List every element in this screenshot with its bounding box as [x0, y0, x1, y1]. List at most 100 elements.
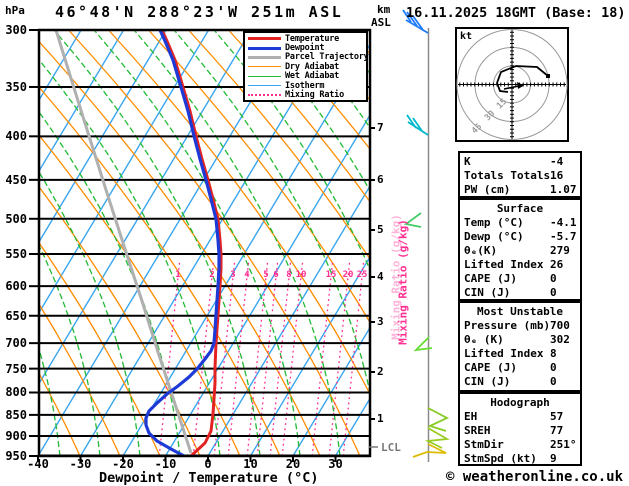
- temp-tick-label: 20: [285, 457, 301, 471]
- stat-row: StmDir 251°: [460, 438, 580, 452]
- mixing-ratio-label: 8: [286, 270, 292, 280]
- mixing-ratio-label: 1: [175, 270, 181, 280]
- km-tick-label: 4: [377, 270, 384, 283]
- km-tick-label: 5: [377, 223, 384, 236]
- stat-label: K: [464, 155, 471, 168]
- legend-line-sample: [248, 55, 281, 59]
- stat-row: Lifted Index 8: [460, 347, 580, 361]
- stat-row: CIN (J) 0: [460, 286, 580, 300]
- km-tick-label: 7: [377, 121, 384, 134]
- pressure-tick-label: 350: [5, 79, 27, 94]
- stat-value: -4: [550, 155, 564, 168]
- mixing-ratio-label: 10: [295, 270, 307, 280]
- stat-row: SREH 77: [460, 424, 580, 438]
- stat-value: 0: [550, 286, 557, 299]
- wind-barb: [427, 407, 450, 432]
- stat-label: Temp (°C): [464, 216, 524, 229]
- stat-label: θₑ(K): [464, 244, 498, 257]
- stat-value: 279: [550, 244, 570, 257]
- pressure-tick-label: 800: [5, 385, 27, 400]
- stat-label: Lifted Index: [464, 347, 544, 360]
- surface-panel-header: Surface: [496, 202, 544, 215]
- indices-panel: K -4 Totals Totals 16 PW (cm) 1.07: [458, 151, 582, 198]
- stat-row: K -4: [460, 155, 580, 169]
- stat-row: CAPE (J) 0: [460, 272, 580, 286]
- stat-label: CIN (J): [464, 375, 511, 388]
- km-tick-label: 2: [377, 365, 384, 378]
- stat-row: EH 57: [460, 410, 580, 424]
- stat-label: θₑ (K): [464, 333, 504, 346]
- legend-line-sample: [248, 37, 281, 41]
- stat-value: 0: [550, 272, 557, 285]
- legend-line-sample: [248, 94, 281, 97]
- altitude-unit-km: km: [377, 3, 391, 16]
- hodograph-unit-label: kt: [460, 31, 473, 42]
- legend-item: Temperature: [245, 34, 366, 44]
- stat-value: 1.07: [550, 183, 577, 196]
- datetime-label: 16.11.2025 18GMT (Base: 18): [406, 5, 626, 21]
- temp-tick-label: -30: [69, 457, 92, 471]
- stat-value: -5.7: [550, 230, 577, 243]
- stat-value: 77: [550, 424, 564, 437]
- skewt-sounding-page: hPa 46°48'N 288°23'W 251m ASL km ASL 16.…: [0, 0, 629, 486]
- pressure-tick-label: 900: [5, 429, 27, 444]
- stat-row: Totals Totals 16: [460, 169, 580, 183]
- pressure-tick-label: 650: [5, 308, 27, 323]
- stat-value: 302: [550, 333, 570, 346]
- stat-label: Lifted Index: [464, 258, 544, 271]
- temp-tick-label: -10: [154, 457, 177, 471]
- stat-value: 0: [550, 375, 557, 388]
- km-tick-label: 1: [377, 412, 384, 425]
- mixing-axis-title: Mixing Ratio (g/kg): [396, 219, 410, 345]
- temp-tick-label: -40: [27, 457, 49, 471]
- stat-label: Totals Totals: [464, 169, 551, 182]
- stat-value: 9: [550, 452, 557, 465]
- stat-row: StmSpd (kt) 9: [460, 452, 580, 466]
- mixing-ratio-label: 25: [356, 270, 368, 280]
- km-tick-label: 3: [377, 315, 384, 328]
- stat-row: Dewp (°C) -5.7: [460, 230, 580, 244]
- stat-label: Pressure (mb): [464, 319, 551, 332]
- lcl-label: LCL: [381, 441, 401, 454]
- legend-line-sample: [248, 75, 281, 77]
- stat-label: PW (cm): [464, 183, 511, 196]
- stat-row: CIN (J) 0: [460, 375, 580, 389]
- hodograph-stats-panel: Hodograph EH 57 SREH 77 StmDir 251° StmSpd (kt…: [458, 392, 582, 466]
- pressure-tick-label: 400: [5, 129, 27, 144]
- temp-tick-label: 10: [243, 457, 258, 471]
- stat-label: CIN (J): [464, 286, 511, 299]
- stat-row: Lifted Index 26: [460, 258, 580, 272]
- stat-row: Temp (°C) -4.1: [460, 216, 580, 230]
- stat-value: -4.1: [550, 216, 577, 229]
- stat-row: CAPE (J) 0: [460, 361, 580, 375]
- mixing-ratio-label: 4: [244, 270, 250, 280]
- legend-item: Wet Adiabat: [245, 71, 366, 81]
- altitude-unit-asl: ASL: [371, 16, 391, 29]
- pressure-unit-label: hPa: [5, 4, 25, 17]
- stat-value: 26: [550, 258, 564, 271]
- pressure-tick-label: 500: [5, 211, 27, 226]
- stat-label: StmDir: [464, 438, 504, 451]
- km-tick-label: 6: [377, 173, 384, 186]
- stat-value: 8: [550, 347, 557, 360]
- stat-value: 700: [550, 319, 570, 332]
- stat-label: CAPE (J): [464, 361, 517, 374]
- mixing-ratio-label: 5: [263, 270, 269, 280]
- hodograph-stats-header: Hodograph: [490, 396, 550, 409]
- mixing-ratio-label: 20: [342, 270, 354, 280]
- mixing-ratio-label: 15: [325, 270, 337, 280]
- surface-panel: Surface Temp (°C) -4.1 Dewp (°C) -5.7 θₑ(K) 2…: [458, 198, 582, 301]
- wind-barb: [412, 443, 447, 458]
- mixing-ratio-label: 3: [230, 270, 236, 280]
- legend-line-sample: [248, 66, 281, 68]
- most-unstable-panel-header: Most Unstable: [476, 305, 564, 318]
- stat-label: EH: [464, 410, 478, 423]
- temp-tick-label: 0: [204, 457, 212, 471]
- stat-label: Dewp (°C): [464, 230, 524, 243]
- pressure-tick-label: 850: [5, 407, 27, 422]
- watermark: © weatheronline.co.uk: [446, 469, 624, 485]
- stat-label: SREH: [464, 424, 491, 437]
- temp-tick-label: -20: [112, 457, 134, 471]
- stat-value: 251°: [550, 438, 577, 451]
- legend-items: Temperature Dewpoint Parcel Trajectory Dry …: [245, 34, 369, 100]
